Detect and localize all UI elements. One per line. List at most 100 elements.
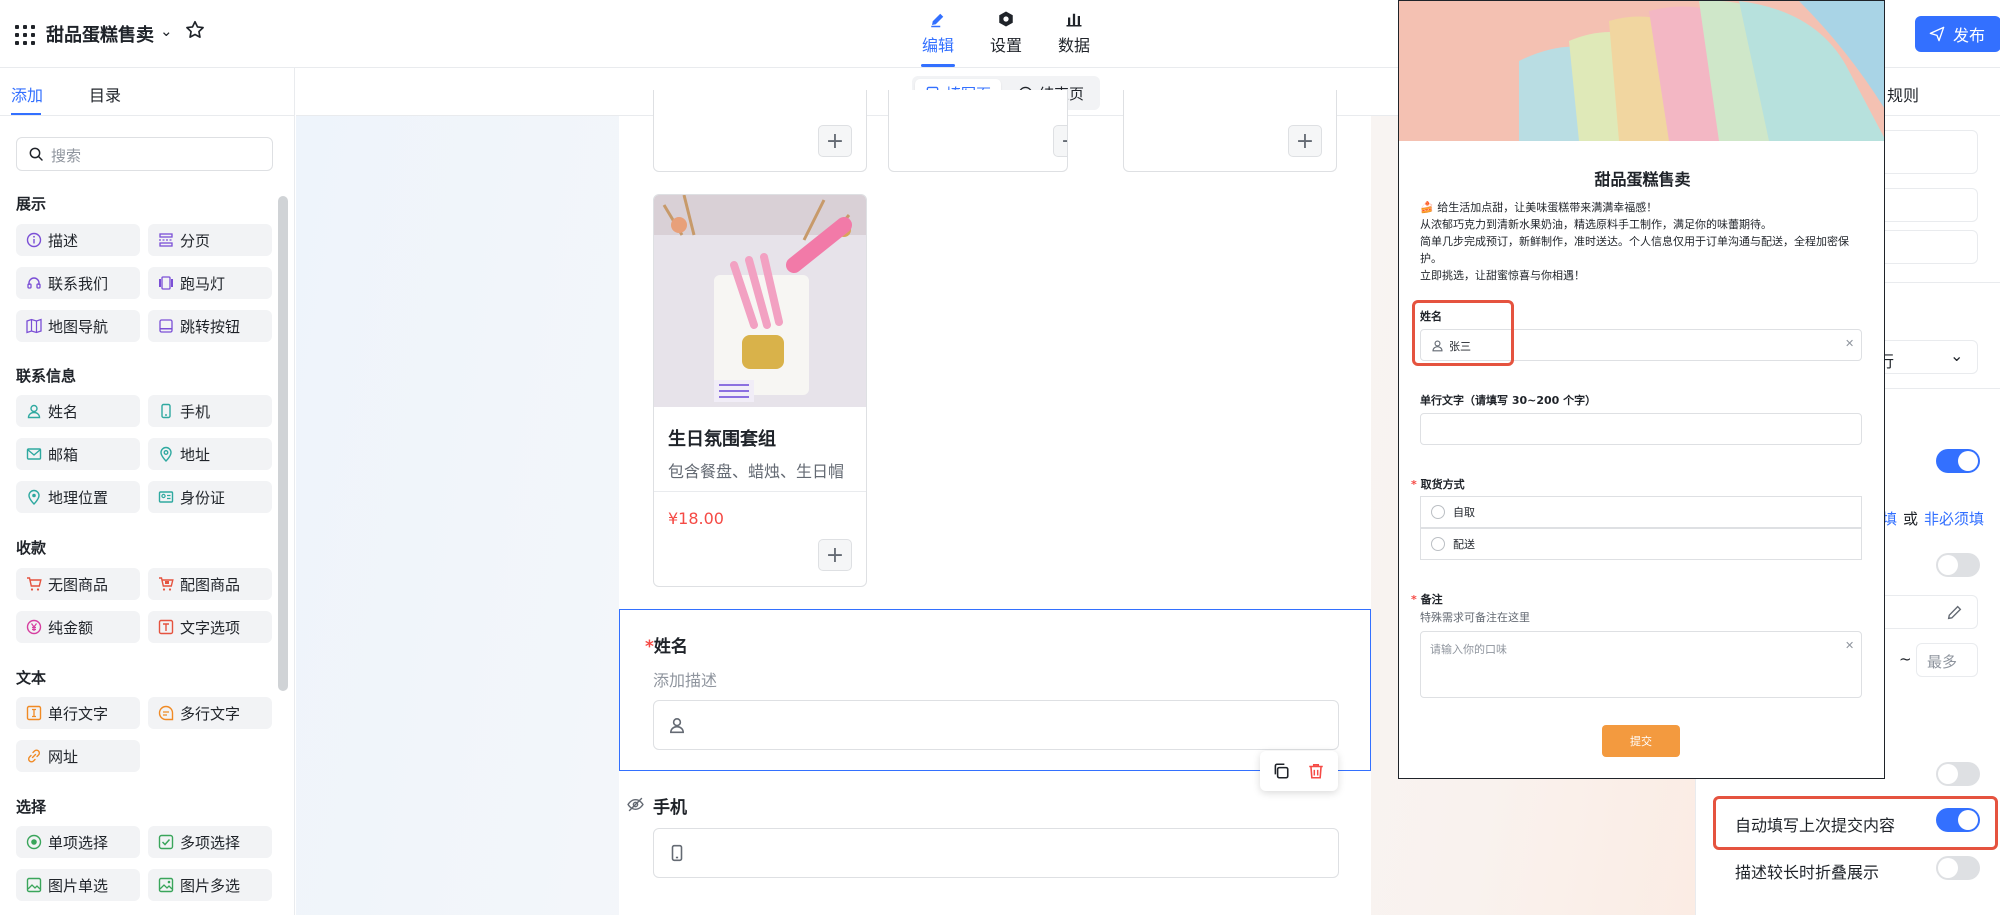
- clear-icon[interactable]: ✕: [1845, 639, 1854, 652]
- toggle-switch[interactable]: [1936, 762, 1980, 786]
- copy-icon[interactable]: [1272, 762, 1290, 780]
- comp-map-navigation[interactable]: 地图导航: [16, 310, 140, 342]
- comp-product-no-image[interactable]: 无图商品: [16, 568, 140, 600]
- tab-settings[interactable]: 设置: [981, 10, 1031, 56]
- line-select-partial[interactable]: 行 ⌄: [1876, 340, 1978, 374]
- property-input-partial[interactable]: [1876, 595, 1978, 629]
- comp-text-option[interactable]: 文字选项: [148, 611, 272, 643]
- comp-email[interactable]: 邮箱: [16, 438, 140, 470]
- property-input-partial[interactable]: [1876, 188, 1978, 222]
- comp-carousel[interactable]: 跑马灯: [148, 267, 272, 299]
- comp-contact-us[interactable]: 联系我们: [16, 267, 140, 299]
- product-name: 生日氛围套组: [668, 429, 776, 450]
- comp-label: 邮箱: [48, 445, 79, 464]
- comp-label: 文字选项: [180, 618, 241, 637]
- comp-geo-location[interactable]: 地理位置: [16, 481, 140, 513]
- comp-label: 纯金额: [48, 618, 94, 637]
- yen-icon: [26, 619, 42, 635]
- comp-multi-line-text[interactable]: 多行文字: [148, 697, 272, 729]
- comp-single-line-text[interactable]: 单行文字: [16, 697, 140, 729]
- preview-single-text-input[interactable]: [1420, 413, 1862, 445]
- person-icon: [27, 404, 41, 419]
- tab-add[interactable]: 添加: [11, 82, 43, 106]
- hidden-eye-icon[interactable]: [627, 796, 644, 817]
- toggle-switch[interactable]: [1936, 553, 1980, 577]
- comp-label: 多项选择: [180, 833, 241, 852]
- component-search-input[interactable]: 搜索: [16, 137, 273, 171]
- comp-url[interactable]: 网址: [16, 740, 140, 772]
- comp-label: 地理位置: [48, 488, 109, 507]
- product-card[interactable]: +: [888, 90, 1068, 172]
- comp-amount[interactable]: 纯金额: [16, 611, 140, 643]
- name-field-block[interactable]: *姓名 添加描述: [619, 609, 1371, 771]
- required-option-text: 填或非必须填: [1882, 508, 1984, 529]
- image-checkbox-icon: [158, 877, 174, 893]
- tab-edit[interactable]: 编辑: [913, 10, 963, 56]
- bar-chart-icon: [1066, 13, 1082, 27]
- comp-name[interactable]: 姓名: [16, 395, 140, 427]
- info-icon: [26, 232, 42, 248]
- optional-link[interactable]: 非必须填: [1924, 510, 1984, 528]
- radio-circle: [1431, 537, 1445, 551]
- person-icon: [670, 718, 684, 734]
- comp-product-with-image[interactable]: 配图商品: [148, 568, 272, 600]
- name-input[interactable]: [653, 700, 1339, 750]
- divider: [654, 491, 866, 492]
- tab-rules-partial[interactable]: 规则: [1887, 82, 1919, 106]
- app-grid-icon[interactable]: [15, 25, 35, 45]
- comp-label: 图片多选: [180, 876, 241, 895]
- comp-pagination[interactable]: 分页: [148, 224, 272, 256]
- preview-submit-button[interactable]: 提交: [1602, 725, 1680, 757]
- comp-jump-button[interactable]: 跳转按钮: [148, 310, 272, 342]
- pickup-option-delivery[interactable]: 配送: [1420, 528, 1862, 560]
- toggle-switch[interactable]: [1936, 449, 1980, 473]
- phone-icon: [161, 403, 171, 419]
- tab-settings-label: 设置: [989, 36, 1022, 55]
- product-card[interactable]: 生日氛围套组 包含餐盘、蜡烛、生日帽 ¥18.00 +: [653, 194, 867, 587]
- comp-phone[interactable]: 手机: [148, 395, 272, 427]
- pagination-icon: [159, 233, 173, 247]
- tab-outline[interactable]: 目录: [89, 82, 121, 106]
- add-to-cart-button[interactable]: +: [1288, 125, 1322, 157]
- range-max-input[interactable]: 最多: [1916, 643, 1978, 677]
- jump-button-icon: [159, 319, 173, 333]
- preview-description: 🍰 给生活加点甜，让美味蛋糕带来满满幸福感！ 从浓郁巧克力到清新水果奶油，精选原…: [1420, 199, 1860, 284]
- comp-address[interactable]: 地址: [148, 438, 272, 470]
- collapse-desc-toggle[interactable]: [1936, 856, 1980, 880]
- property-input-partial[interactable]: [1876, 230, 1978, 264]
- comp-image-single-choice[interactable]: 图片单选: [16, 869, 140, 901]
- star-icon[interactable]: [184, 19, 206, 41]
- tab-data[interactable]: 数据: [1049, 10, 1099, 56]
- carousel-icon: [159, 276, 173, 290]
- clear-icon[interactable]: ✕: [1845, 337, 1854, 350]
- comp-description[interactable]: 描述: [16, 224, 140, 256]
- comp-label: 地图导航: [48, 317, 109, 336]
- property-input-partial[interactable]: [1876, 130, 1978, 174]
- preview-note-textarea[interactable]: 请输入你的口味 ✕: [1420, 631, 1862, 698]
- add-to-cart-button[interactable]: +: [818, 125, 852, 157]
- active-tab-indicator: [921, 64, 955, 67]
- highlight-box: [1713, 796, 1998, 850]
- comp-id-card[interactable]: 身份证: [148, 481, 272, 513]
- comp-label: 图片单选: [48, 876, 109, 895]
- pickup-option-self[interactable]: 自取: [1420, 496, 1862, 528]
- add-to-cart-button[interactable]: +: [818, 539, 852, 571]
- phone-input[interactable]: [653, 828, 1339, 878]
- product-card[interactable]: +: [1123, 90, 1337, 172]
- left-panel-scrollbar[interactable]: [278, 196, 288, 691]
- tab-edit-label: 编辑: [921, 36, 954, 55]
- comp-label: 分页: [180, 231, 211, 250]
- add-description-placeholder[interactable]: 添加描述: [653, 667, 717, 691]
- comp-single-choice[interactable]: 单项选择: [16, 826, 140, 858]
- comp-image-multi-choice[interactable]: 图片多选: [148, 869, 272, 901]
- section-title-display: 展示: [16, 195, 47, 213]
- add-to-cart-button[interactable]: +: [1053, 125, 1067, 157]
- trash-icon[interactable]: [1307, 762, 1325, 780]
- comp-label: 单行文字: [48, 704, 109, 723]
- send-icon: [1929, 26, 1945, 42]
- publish-button[interactable]: 发布: [1915, 16, 2000, 52]
- product-card[interactable]: +: [653, 90, 867, 172]
- comp-label: 跳转按钮: [180, 317, 241, 336]
- comp-multi-choice[interactable]: 多项选择: [148, 826, 272, 858]
- chevron-down-icon[interactable]: ⌄: [160, 22, 173, 40]
